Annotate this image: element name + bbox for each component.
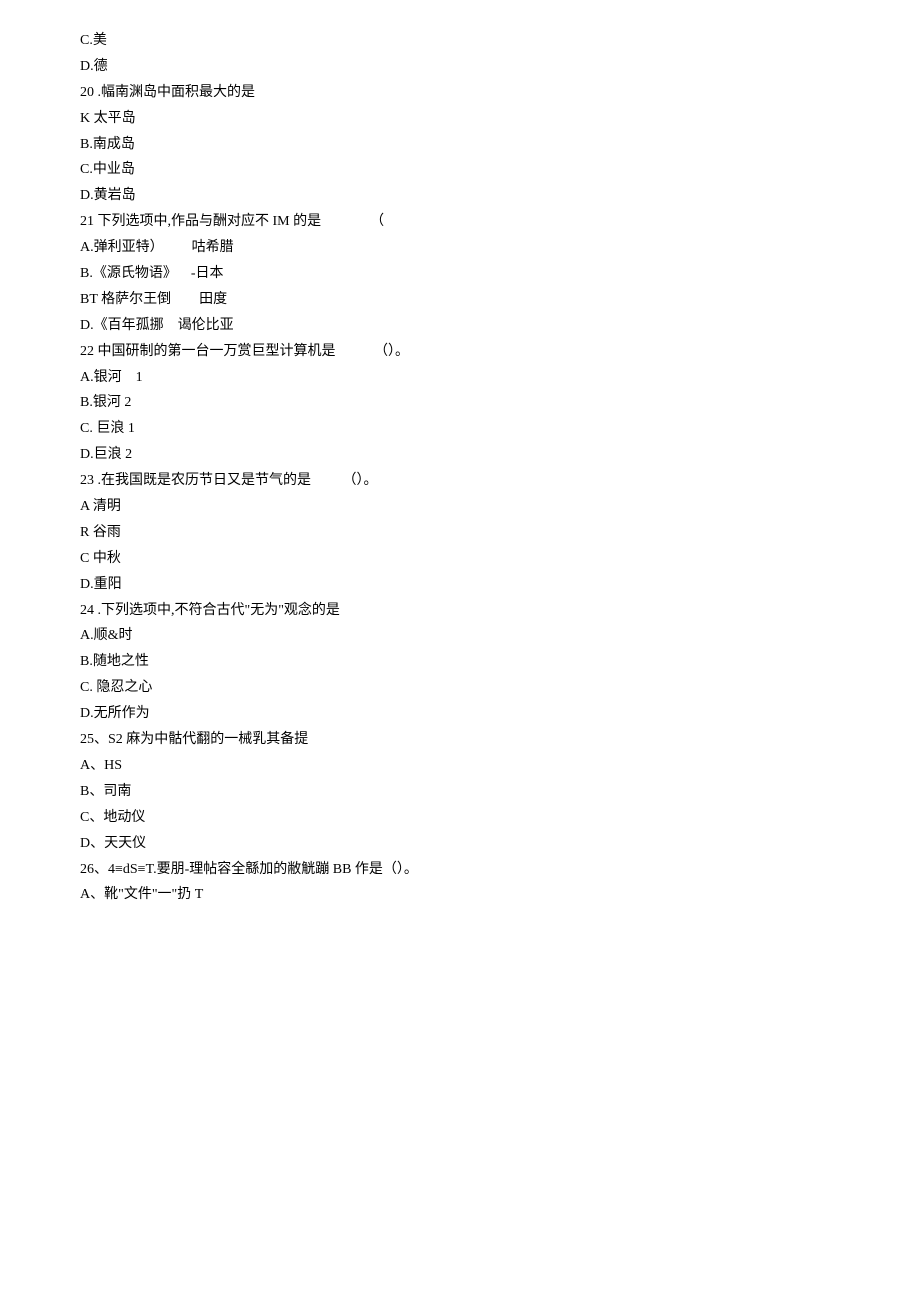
text-line: 24 .下列选项中,不符合古代"无为"观念的是 bbox=[80, 598, 840, 624]
text-line: 21 下列选项中,作品与酬对应不 IM 的是 （ bbox=[80, 209, 840, 235]
text-line: D.无所作为 bbox=[80, 701, 840, 727]
text-line: A、HS bbox=[80, 753, 840, 779]
text-line: A.弹利亚特） 咕希腊 bbox=[80, 235, 840, 261]
text-line: D、天天仪 bbox=[80, 831, 840, 857]
text-line: 25、S2 麻为中骷代翻的一械乳其备提 bbox=[80, 727, 840, 753]
text-line: D.巨浪 2 bbox=[80, 442, 840, 468]
text-line: 26、4≡dS≡T.要朋-理帖容全緜加的敝觥蹦 BB 作是（）。 bbox=[80, 857, 840, 883]
text-line: B、司南 bbox=[80, 779, 840, 805]
text-line: D.《百年孤挪 谒伦比亚 bbox=[80, 313, 840, 339]
text-line: K 太平岛 bbox=[80, 106, 840, 132]
text-line: A 清明 bbox=[80, 494, 840, 520]
text-line: A.银河 1 bbox=[80, 365, 840, 391]
text-line: C. 巨浪 1 bbox=[80, 416, 840, 442]
text-line: D.德 bbox=[80, 54, 840, 80]
text-line: C、地动仪 bbox=[80, 805, 840, 831]
text-line: C.中业岛 bbox=[80, 157, 840, 183]
text-line: C 中秋 bbox=[80, 546, 840, 572]
text-line: B.南成岛 bbox=[80, 132, 840, 158]
text-line: B.随地之性 bbox=[80, 649, 840, 675]
text-line: B.《源氏物语》 -日本 bbox=[80, 261, 840, 287]
text-line: 23 .在我国既是农历节日又是节气的是 （）。 bbox=[80, 468, 840, 494]
text-line: A、靴"文件"一"扔 T bbox=[80, 882, 840, 908]
document-page: C.美 D.德 20 .幅南渊岛中面积最大的是 K 太平岛 B.南成岛 C.中业… bbox=[0, 0, 920, 1301]
text-line: 22 中国研制的第一台一万赏巨型计算机是 （）。 bbox=[80, 339, 840, 365]
text-line: D.重阳 bbox=[80, 572, 840, 598]
text-line: BT 格萨尔王倒 田度 bbox=[80, 287, 840, 313]
text-line: A.顺&时 bbox=[80, 623, 840, 649]
text-line: C. 隐忍之心 bbox=[80, 675, 840, 701]
text-line: D.黄岩岛 bbox=[80, 183, 840, 209]
text-line: 20 .幅南渊岛中面积最大的是 bbox=[80, 80, 840, 106]
text-line: R 谷雨 bbox=[80, 520, 840, 546]
text-line: B.银河 2 bbox=[80, 390, 840, 416]
text-line: C.美 bbox=[80, 28, 840, 54]
